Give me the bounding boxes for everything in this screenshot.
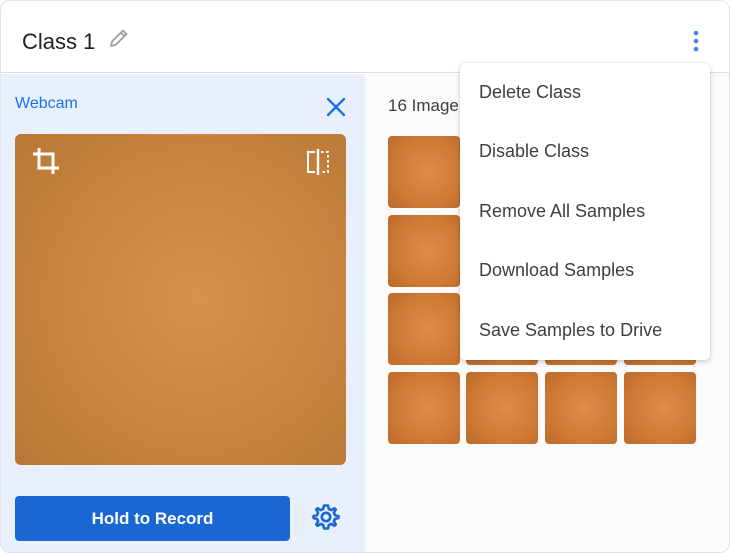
sample-thumbnail[interactable] (624, 372, 696, 444)
menu-item-download-samples[interactable]: Download Samples (460, 250, 710, 290)
sample-thumbnail[interactable] (545, 372, 617, 444)
sample-thumbnail[interactable] (388, 372, 460, 444)
class-card: Class 1 Webcam Hold to Record 16 Image D… (0, 0, 730, 553)
close-icon[interactable] (323, 94, 349, 120)
menu-item-save-samples-to-drive[interactable]: Save Samples to Drive (460, 310, 710, 350)
menu-item-remove-all-samples[interactable]: Remove All Samples (460, 191, 710, 231)
webcam-label: Webcam (15, 95, 78, 112)
webcam-preview (15, 134, 346, 465)
class-options-menu: Delete Class Disable Class Remove All Sa… (460, 63, 710, 360)
sample-thumbnail[interactable] (388, 293, 460, 365)
gear-icon[interactable] (311, 502, 341, 532)
menu-item-disable-class[interactable]: Disable Class (460, 131, 710, 171)
menu-item-delete-class[interactable]: Delete Class (460, 72, 710, 112)
crop-icon[interactable] (31, 146, 61, 176)
class-title[interactable]: Class 1 (22, 29, 95, 55)
sample-thumbnail[interactable] (388, 215, 460, 287)
flip-icon[interactable] (305, 148, 331, 176)
more-vert-icon[interactable] (685, 27, 707, 55)
sample-count-label: 16 Image (388, 96, 459, 115)
sample-thumbnail[interactable] (388, 136, 460, 208)
sample-thumbnail[interactable] (466, 372, 538, 444)
hold-to-record-button[interactable]: Hold to Record (15, 496, 290, 541)
pencil-icon[interactable] (107, 26, 131, 50)
webcam-panel: Webcam Hold to Record (1, 74, 365, 552)
